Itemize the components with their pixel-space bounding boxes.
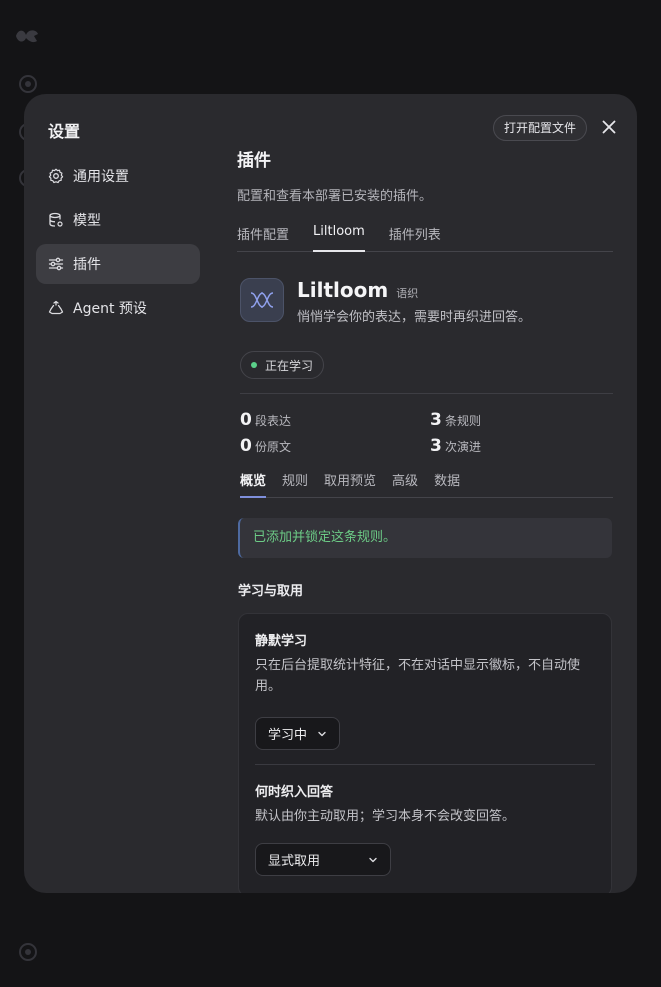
close-icon[interactable]: [600, 118, 618, 136]
stat-label: 条规则: [445, 414, 482, 428]
page-description: 配置和查看本部署已安装的插件。: [237, 189, 433, 204]
tab-overview[interactable]: 概览: [240, 470, 267, 498]
plugin-settings-panel: 插件 配置和查看本部署已安装的插件。 插件配置 Liltloom 插件列表 Li…: [237, 146, 613, 893]
field-divider: [255, 764, 595, 765]
stat-value: 0: [240, 436, 252, 456]
sidebar-item-label: Agent 预设: [73, 301, 147, 317]
chevron-down-icon: [369, 857, 377, 862]
bg-nav-icon[interactable]: [19, 75, 37, 93]
recycle-icon: [48, 300, 64, 315]
gear-icon: [48, 168, 64, 184]
sliders-icon: [48, 257, 64, 271]
status-dot-icon: [251, 362, 257, 368]
tab-data[interactable]: 数据: [434, 470, 460, 497]
stat-value: 3: [430, 410, 442, 430]
stat-label: 段表达: [255, 414, 292, 428]
stat-evolutions: 3 次演进: [430, 436, 610, 456]
settings-sidebar: 通用设置 模型 插件 Agent 预设: [36, 156, 200, 332]
weave-mode-select[interactable]: 显式取用: [255, 843, 391, 876]
stat-label: 次演进: [445, 440, 482, 454]
settings-modal: 设置 打开配置文件 通用设置 模型 插件 Agent 预设 插件 配置和查看本部…: [24, 94, 637, 893]
plugin-subtitle: 悄悄学会你的表达，需要时再织进回答。: [297, 310, 532, 325]
field-description: 默认由你主动取用；学习本身不会改变回答。: [255, 809, 516, 824]
select-value: 学习中: [268, 728, 308, 743]
stat-rules: 3 条规则: [430, 410, 610, 430]
modal-title: 设置: [48, 122, 81, 141]
sidebar-item-label: 模型: [73, 213, 101, 229]
field-description: 只在后台提取统计特征，不在对话中显示徽标，不自动使用。: [255, 658, 581, 694]
section-title: 学习与取用: [238, 584, 304, 599]
stat-value: 0: [240, 410, 252, 430]
sidebar-item-general[interactable]: 通用设置: [36, 156, 200, 196]
plugin-name: Liltloom: [297, 278, 389, 302]
sidebar-item-models[interactable]: 模型: [36, 200, 200, 240]
bg-settings-icon[interactable]: [19, 943, 37, 961]
sidebar-item-label: 插件: [73, 257, 101, 273]
field-title: 静默学习: [255, 634, 308, 649]
stat-expressions: 0 段表达: [240, 410, 430, 430]
sidebar-item-agent-presets[interactable]: Agent 预设: [36, 288, 200, 328]
app-logo-icon: [16, 30, 38, 43]
tab-preview[interactable]: 取用预览: [324, 470, 376, 497]
success-notice: 已添加并锁定这条规则。: [238, 518, 612, 558]
sidebar-item-label: 通用设置: [73, 169, 129, 185]
learning-settings-card: 静默学习 只在后台提取统计特征，不在对话中显示徽标，不自动使用。 学习中 何时织…: [238, 613, 612, 893]
plugin-tabs: 插件配置 Liltloom 插件列表: [237, 224, 613, 252]
plugin-subtabs: 概览 规则 取用预览 高级 数据: [240, 470, 613, 498]
select-value: 显式取用: [268, 854, 321, 869]
chevron-down-icon: [318, 731, 326, 736]
tab-advanced[interactable]: 高级: [392, 470, 418, 497]
tab-rules[interactable]: 规则: [282, 470, 308, 497]
page-title: 插件: [237, 151, 271, 171]
stat-sources: 0 份原文: [240, 436, 430, 456]
field-title: 何时织入回答: [255, 785, 334, 800]
stat-value: 3: [430, 436, 442, 456]
silent-learning-select[interactable]: 学习中: [255, 717, 341, 750]
open-config-file-button[interactable]: 打开配置文件: [493, 115, 588, 141]
tab-liltloom[interactable]: Liltloom: [313, 224, 365, 252]
stat-label: 份原文: [255, 440, 292, 454]
status-label: 正在学习: [265, 358, 314, 373]
tab-plugin-config[interactable]: 插件配置: [237, 224, 289, 251]
status-badge: 正在学习: [240, 351, 325, 379]
tab-plugin-list[interactable]: 插件列表: [389, 224, 441, 251]
plugin-tag: 语织: [396, 287, 419, 300]
database-icon: [49, 212, 63, 227]
plugin-stats: 0 段表达 3 条规则 0 份原文 3 次演进: [240, 393, 613, 456]
plugin-logo-icon: [240, 278, 284, 322]
sidebar-item-plugins[interactable]: 插件: [36, 244, 200, 284]
plugin-header: Liltloom 语织 悄悄学会你的表达，需要时再织进回答。: [240, 278, 613, 325]
